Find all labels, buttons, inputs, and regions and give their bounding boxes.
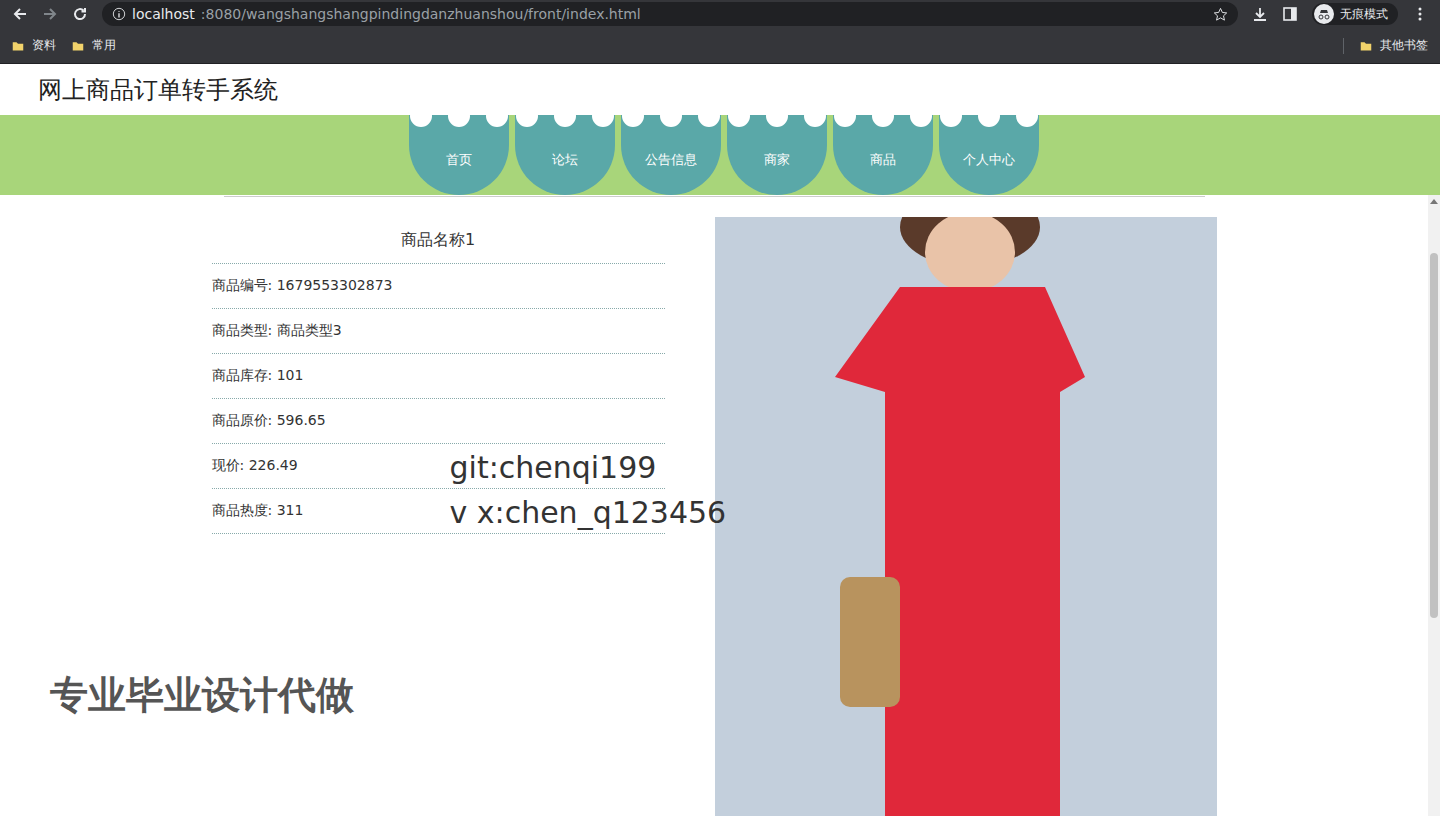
info-row: 商品编号: 1679553302873 bbox=[212, 264, 665, 309]
info-row: 商品原价: 596.65 bbox=[212, 399, 665, 444]
watermark-ad: 专业毕业设计代做 bbox=[50, 670, 354, 721]
address-bar: localhost:8080/wangshangshangpindingdanz… bbox=[0, 0, 1440, 28]
site-header: 网上商品订单转手系统 bbox=[0, 64, 1440, 115]
page: 网上商品订单转手系统 首页 论坛 公告信息 商家 商品 个人中心 商品名称1 商… bbox=[0, 64, 1440, 816]
bookmark-folder[interactable]: 常用 bbox=[72, 37, 116, 54]
nav-tab[interactable]: 商家 bbox=[727, 115, 827, 195]
info-row: 商品类型: 商品类型3 bbox=[212, 309, 665, 354]
dress-photo bbox=[715, 217, 1217, 816]
bookmarks-bar: 资料 常用 其他书签 bbox=[0, 28, 1440, 64]
reload-icon[interactable] bbox=[72, 6, 88, 22]
sidebar-icon[interactable] bbox=[1282, 6, 1298, 22]
info-row: 商品库存: 101 bbox=[212, 354, 665, 399]
product-detail: 商品名称1 商品编号: 1679553302873商品类型: 商品类型3商品库存… bbox=[212, 197, 1217, 816]
watermark-text: git:chenqi199 bbox=[450, 450, 657, 485]
folder-icon bbox=[12, 40, 24, 52]
nav-bar: 首页 论坛 公告信息 商家 商品 个人中心 bbox=[0, 115, 1440, 195]
watermark-text: v x:chen_q123456 bbox=[450, 495, 727, 530]
content-area: 商品名称1 商品编号: 1679553302873商品类型: 商品类型3商品库存… bbox=[0, 195, 1440, 816]
product-name: 商品名称1 bbox=[212, 217, 665, 264]
bookmark-folder[interactable]: 资料 bbox=[12, 37, 56, 54]
product-image[interactable] bbox=[715, 217, 1217, 816]
folder-icon bbox=[72, 40, 84, 52]
info-icon[interactable] bbox=[112, 7, 126, 21]
download-icon[interactable] bbox=[1252, 6, 1268, 22]
site-title: 网上商品订单转手系统 bbox=[38, 74, 278, 106]
nav-tab[interactable]: 首页 bbox=[409, 115, 509, 195]
nav-tab[interactable]: 公告信息 bbox=[621, 115, 721, 195]
back-icon[interactable] bbox=[12, 6, 28, 22]
other-bookmarks[interactable]: 其他书签 bbox=[1360, 37, 1428, 54]
scrollbar[interactable] bbox=[1428, 195, 1440, 816]
forward-icon[interactable] bbox=[42, 6, 58, 22]
browser-window: localhost:8080/wangshangshangpindingdanz… bbox=[0, 0, 1440, 816]
menu-icon[interactable] bbox=[1412, 6, 1428, 22]
nav-tab[interactable]: 商品 bbox=[833, 115, 933, 195]
incognito-chip[interactable]: 无痕模式 bbox=[1312, 3, 1398, 25]
incognito-icon bbox=[1314, 4, 1334, 24]
nav-tab[interactable]: 个人中心 bbox=[939, 115, 1039, 195]
nav-tab[interactable]: 论坛 bbox=[515, 115, 615, 195]
folder-icon bbox=[1360, 40, 1372, 52]
star-icon[interactable] bbox=[1213, 7, 1228, 22]
url-field[interactable]: localhost:8080/wangshangshangpindingdanz… bbox=[102, 2, 1238, 26]
